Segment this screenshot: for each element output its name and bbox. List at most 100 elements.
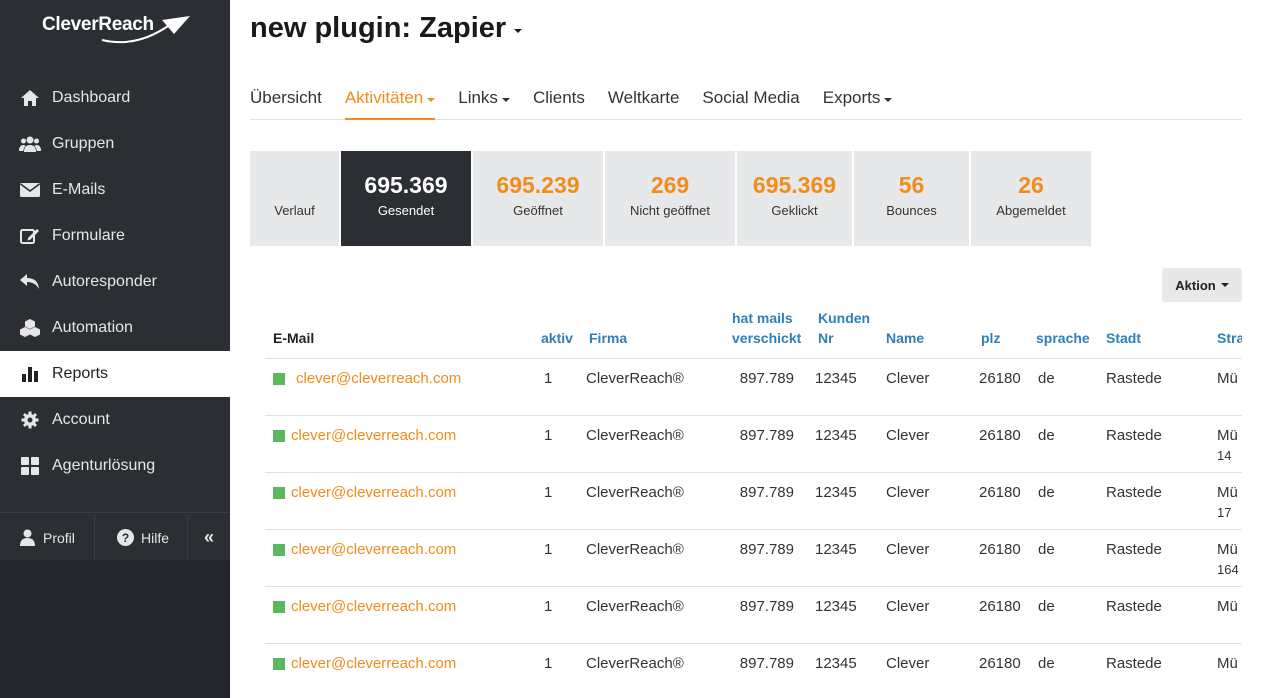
tab-uebersicht[interactable]: Übersicht xyxy=(250,78,322,120)
tab-social-media[interactable]: Social Media xyxy=(702,78,799,120)
cell-strasse-line: Mü xyxy=(1217,655,1238,672)
table-row[interactable]: clever@cleverreach.com 1 CleverReach® 89… xyxy=(265,473,1242,530)
cell-strasse-number: 17 xyxy=(1217,505,1232,520)
page-title[interactable]: new plugin: Zapier xyxy=(250,12,523,45)
tab-aktivitaeten[interactable]: Aktivitäten xyxy=(344,78,436,120)
home-icon xyxy=(18,88,42,108)
sidebar-item-gruppen[interactable]: Gruppen xyxy=(0,121,230,167)
tab-links[interactable]: Links xyxy=(458,78,510,120)
cell-aktiv: 1 xyxy=(544,370,553,387)
cell-aktiv: 1 xyxy=(544,427,553,444)
tab-exports[interactable]: Exports xyxy=(823,78,893,120)
sidebar-item-agenturloesung[interactable]: Agenturlösung xyxy=(0,443,230,489)
column-header-email[interactable]: E-Mail xyxy=(273,328,314,348)
profile-label: Profil xyxy=(43,529,75,546)
bar-chart-icon xyxy=(18,364,42,384)
stat-value: 56 xyxy=(898,172,925,198)
caret-down-icon xyxy=(514,28,523,33)
grid-icon xyxy=(18,456,42,476)
cell-mails: 897.789 xyxy=(739,484,794,501)
tab-weltkarte[interactable]: Weltkarte xyxy=(608,78,680,120)
cell-name: Clever xyxy=(886,370,930,387)
action-dropdown-button[interactable]: Aktion xyxy=(1162,268,1242,302)
cell-sprache: de xyxy=(1038,427,1055,444)
column-header-stadt[interactable]: Stadt xyxy=(1106,328,1141,348)
column-header-plz[interactable]: plz xyxy=(981,328,1000,348)
stat-label: Nicht geöffnet xyxy=(630,203,710,218)
column-header-sprache[interactable]: sprache xyxy=(1036,328,1090,348)
tab-label: Links xyxy=(458,88,498,107)
table-row[interactable]: clever@cleverreach.com 1 CleverReach® 89… xyxy=(265,644,1242,698)
email-text: clever@cleverreach.com xyxy=(291,598,457,615)
sidebar-item-emails[interactable]: E-Mails xyxy=(0,167,230,213)
sidebar-item-automation[interactable]: Automation xyxy=(0,305,230,351)
stat-value: 26 xyxy=(1018,172,1044,198)
email-link[interactable]: clever@cleverreach.com xyxy=(273,654,456,674)
caret-down-icon xyxy=(427,98,436,102)
edit-icon xyxy=(18,226,42,246)
cell-plz: 26180 xyxy=(979,427,1021,444)
cell-name: Clever xyxy=(886,655,930,672)
column-header-kunden-nr[interactable]: Kunden Nr xyxy=(818,308,870,348)
column-header-name[interactable]: Name xyxy=(886,328,924,348)
stat-abgemeldet[interactable]: 26 Abgemeldet xyxy=(971,151,1091,246)
tab-clients[interactable]: Clients xyxy=(533,78,585,120)
stat-geoeffnet[interactable]: 695.239 Geöffnet xyxy=(473,151,603,246)
cell-firma: CleverReach® xyxy=(586,541,684,558)
cell-mails: 897.789 xyxy=(739,370,794,387)
email-link[interactable]: clever@cleverreach.com xyxy=(273,483,456,503)
table-row[interactable]: clever@cleverreach.com 1 CleverReach® 89… xyxy=(265,530,1242,587)
status-active-indicator xyxy=(273,430,285,442)
email-text: clever@cleverreach.com xyxy=(291,541,457,558)
cell-strasse: Mü 164 xyxy=(1217,540,1239,580)
sidebar-item-reports[interactable]: Reports xyxy=(0,351,230,397)
email-link[interactable]: clever@cleverreach.com xyxy=(273,597,456,617)
stat-verlauf[interactable]: Verlauf xyxy=(250,151,339,246)
help-button[interactable]: ? Hilfe xyxy=(95,515,187,560)
cell-plz: 26180 xyxy=(979,370,1021,387)
stat-value: 695.239 xyxy=(496,172,580,198)
cell-name: Clever xyxy=(886,598,930,615)
email-link[interactable]: clever@cleverreach.com xyxy=(273,369,461,389)
email-text: clever@cleverreach.com xyxy=(291,427,457,444)
cell-stadt: Rastede xyxy=(1106,541,1162,558)
stat-geklickt[interactable]: 695.369 Geklickt xyxy=(737,151,852,246)
table-row[interactable]: clever@cleverreach.com 1 CleverReach® 89… xyxy=(265,359,1242,416)
column-header-firma[interactable]: Firma xyxy=(589,328,627,348)
stats-bar: Verlauf 695.369 Gesendet 695.239 Geöffne… xyxy=(250,151,1093,246)
table-row[interactable]: clever@cleverreach.com 1 CleverReach® 89… xyxy=(265,416,1242,473)
sidebar-item-label: Formulare xyxy=(52,227,125,244)
report-tabs: Übersicht Aktivitäten Links Clients Welt… xyxy=(250,78,1242,120)
column-header-strasse[interactable]: Stra xyxy=(1217,328,1242,348)
cell-kunden-nr: 12345 xyxy=(815,598,857,615)
stat-nicht-geoeffnet[interactable]: 269 Nicht geöffnet xyxy=(605,151,735,246)
email-link[interactable]: clever@cleverreach.com xyxy=(273,540,456,560)
profile-button[interactable]: Profil xyxy=(0,515,94,560)
cell-firma: CleverReach® xyxy=(586,598,684,615)
cell-strasse-line: Mü xyxy=(1217,598,1238,615)
column-header-mails[interactable]: hat mails verschickt xyxy=(732,308,801,348)
email-link[interactable]: clever@cleverreach.com xyxy=(273,426,456,446)
svg-text:?: ? xyxy=(122,531,129,545)
cell-firma: CleverReach® xyxy=(586,427,684,444)
tab-label: Übersicht xyxy=(250,88,322,107)
stat-bounces[interactable]: 56 Bounces xyxy=(854,151,969,246)
sidebar-item-autoresponder[interactable]: Autoresponder xyxy=(0,259,230,305)
column-header-aktiv[interactable]: aktiv xyxy=(541,328,573,348)
page-title-text: new plugin: Zapier xyxy=(250,12,507,44)
main-content: new plugin: Zapier Übersicht Aktivitäten… xyxy=(250,0,1242,698)
status-active-indicator xyxy=(273,601,285,613)
sidebar-item-dashboard[interactable]: Dashboard xyxy=(0,75,230,121)
column-header-line: Nr xyxy=(818,330,834,346)
sidebar-item-account[interactable]: Account xyxy=(0,397,230,443)
stat-value: 695.369 xyxy=(364,172,448,198)
sidebar-item-label: Reports xyxy=(52,365,109,382)
cell-aktiv: 1 xyxy=(544,655,553,672)
stat-gesendet[interactable]: 695.369 Gesendet xyxy=(341,151,471,246)
table-row[interactable]: clever@cleverreach.com 1 CleverReach® 89… xyxy=(265,587,1242,644)
stat-label: Bounces xyxy=(886,203,937,218)
sidebar-item-formulare[interactable]: Formulare xyxy=(0,213,230,259)
cell-kunden-nr: 12345 xyxy=(815,655,857,672)
caret-down-icon xyxy=(884,98,893,102)
collapse-sidebar-button[interactable]: « xyxy=(188,515,230,560)
